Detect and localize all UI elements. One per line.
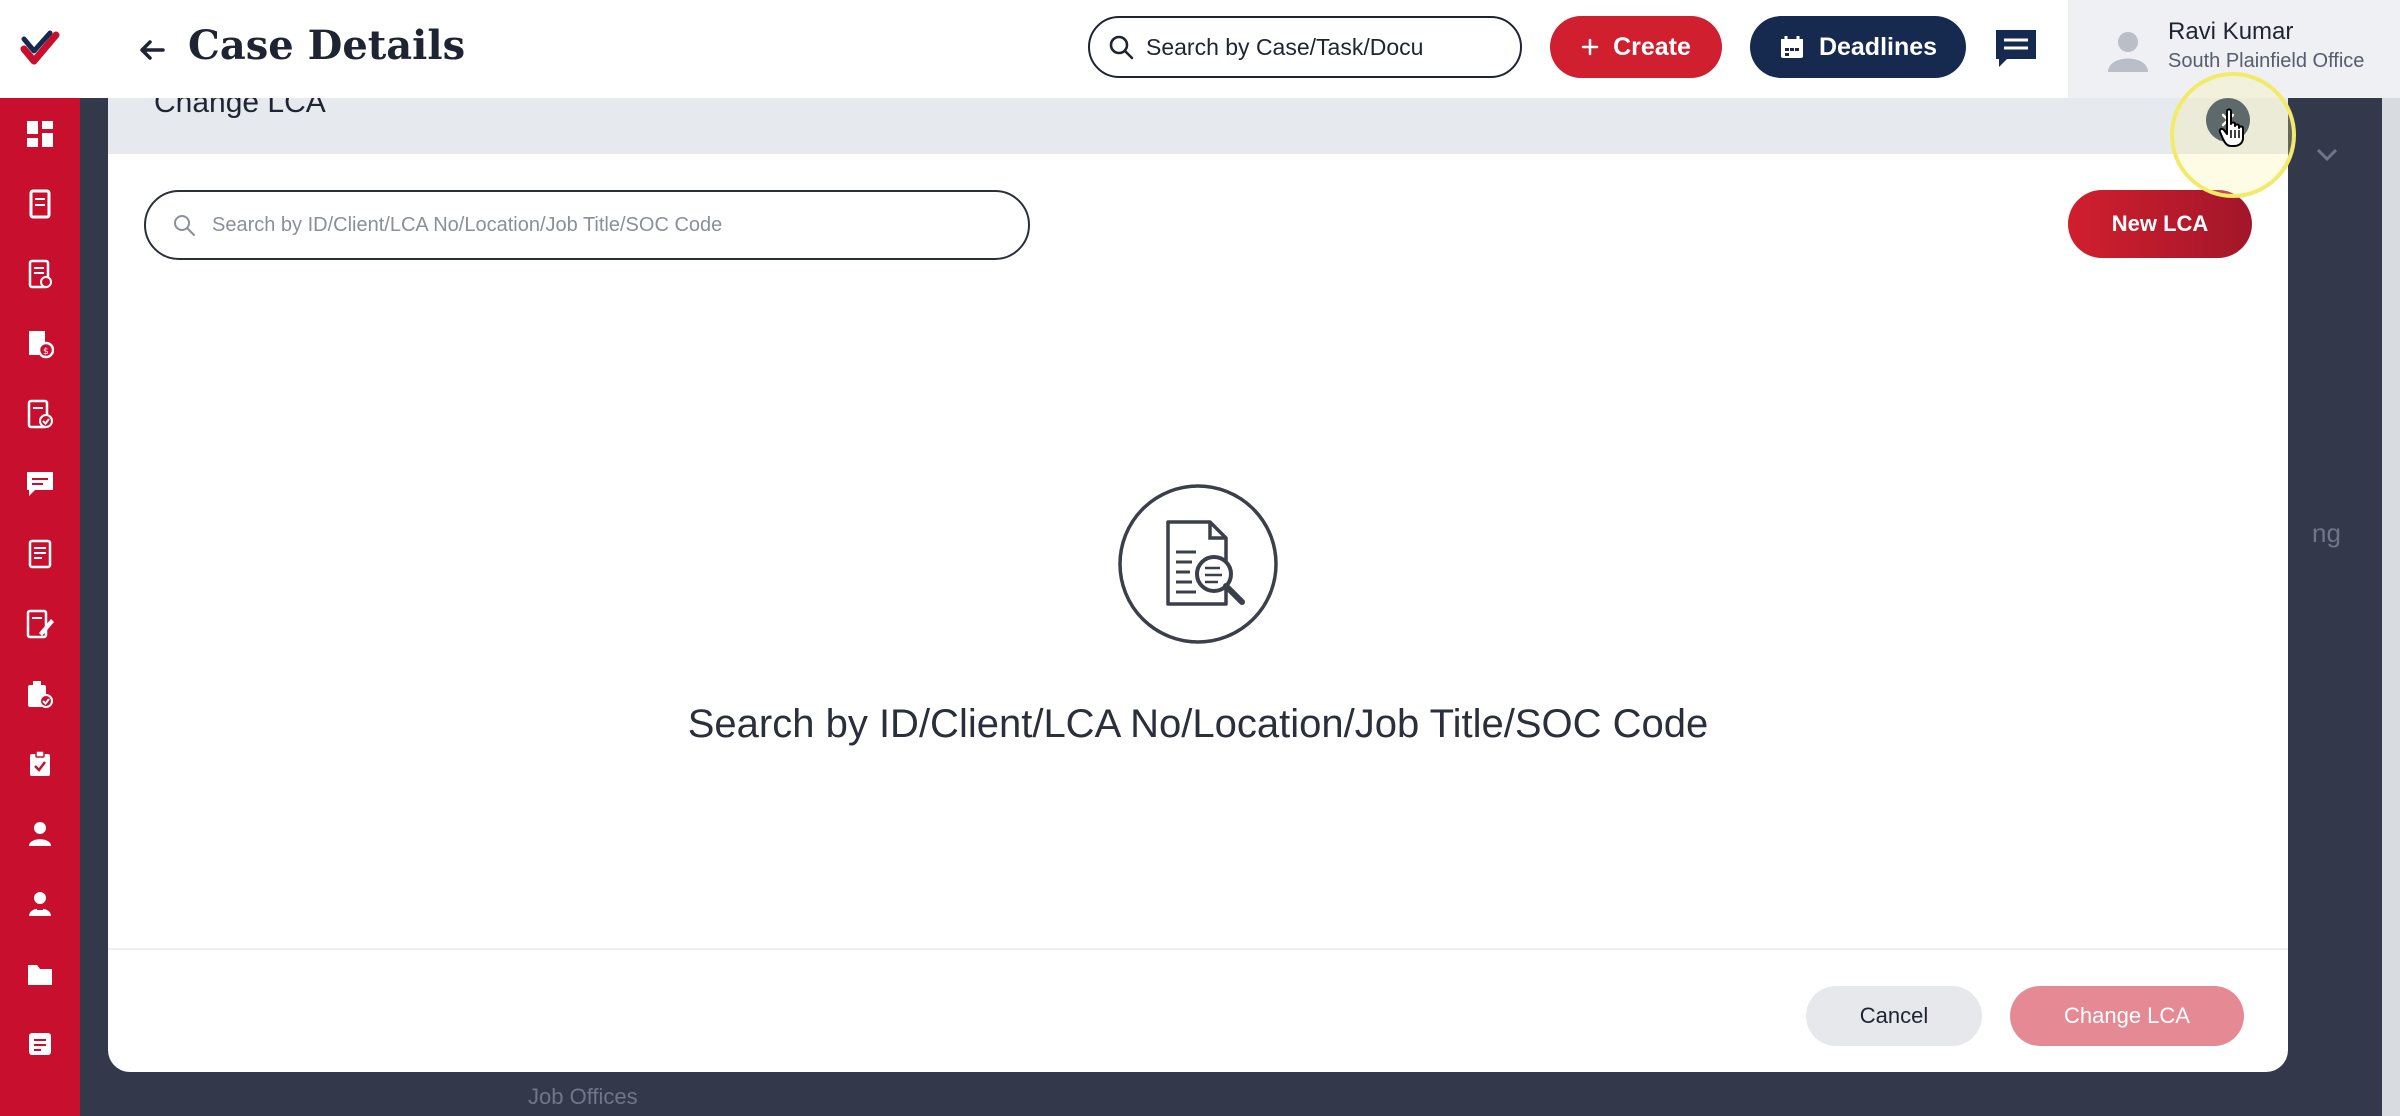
files-icon[interactable] [20, 954, 60, 994]
forms-icon[interactable] [20, 254, 60, 294]
svg-text:$: $ [43, 347, 49, 357]
create-label: Create [1613, 32, 1691, 61]
app-logo[interactable] [0, 0, 80, 98]
cases-icon[interactable] [20, 184, 60, 224]
approvals-icon[interactable] [20, 394, 60, 434]
page-scrollbar[interactable] [2382, 98, 2400, 1116]
contacts-icon[interactable] [20, 814, 60, 854]
document-search-icon [1118, 484, 1278, 644]
notes-icon[interactable] [20, 604, 60, 644]
reports-icon[interactable] [20, 674, 60, 714]
background-partial-side: ng [2312, 518, 2341, 548]
avatar-icon [2108, 32, 2148, 72]
create-button[interactable]: Create [1550, 16, 1722, 78]
change-lca-button[interactable]: Change LCA [2010, 986, 2244, 1046]
top-header: Case Details Search by Case/Task/Docu Cr… [80, 0, 2400, 98]
user-office: South Plainfield Office [2168, 50, 2365, 72]
deadlines-button[interactable]: Deadlines [1750, 16, 1966, 78]
cancel-button[interactable]: Cancel [1806, 986, 1982, 1046]
messages-icon[interactable] [20, 464, 60, 504]
billing-icon[interactable]: $ [20, 324, 60, 364]
modal-header: Change LCA [108, 98, 2288, 154]
tasks-icon[interactable] [20, 744, 60, 784]
modal-title: Change LCA [154, 98, 326, 119]
chevron-down-icon [2316, 148, 2338, 162]
search-icon [1109, 35, 1134, 60]
search-icon [174, 215, 195, 236]
sidebar: $ [0, 0, 80, 1116]
user-name: Ravi Kumar [2168, 18, 2294, 45]
docs-icon[interactable] [20, 534, 60, 574]
global-search-input[interactable]: Search by Case/Task/Docu [1088, 16, 1522, 78]
change-lca-modal: Change LCA New LCA Search by ID/Client/L… [108, 98, 2288, 1072]
calendar-icon [1780, 36, 1803, 58]
plus-icon [1581, 38, 1599, 56]
dashboard-icon[interactable] [20, 114, 60, 154]
background-partial-label: Job Offices [528, 1084, 638, 1109]
chat-icon [1996, 30, 2036, 67]
users-icon[interactable] [20, 884, 60, 924]
settings-icon[interactable] [20, 1024, 60, 1064]
hand-pointer-icon [2218, 108, 2244, 147]
footer-divider [108, 948, 2288, 950]
logo-icon [20, 30, 60, 65]
lca-search-field[interactable] [144, 190, 1030, 260]
lca-search-input[interactable] [212, 213, 992, 237]
arrow-left-icon [140, 40, 165, 60]
deadlines-label: Deadlines [1818, 32, 1938, 61]
new-lca-button[interactable]: New LCA [2068, 190, 2252, 258]
back-button[interactable] [130, 28, 174, 72]
page-title: Case Details [188, 22, 466, 69]
chat-button[interactable] [1992, 26, 2040, 70]
empty-state-message: Search by ID/Client/LCA No/Location/Job … [687, 702, 1709, 746]
global-search-text: Search by Case/Task/Docu [1146, 33, 1424, 60]
